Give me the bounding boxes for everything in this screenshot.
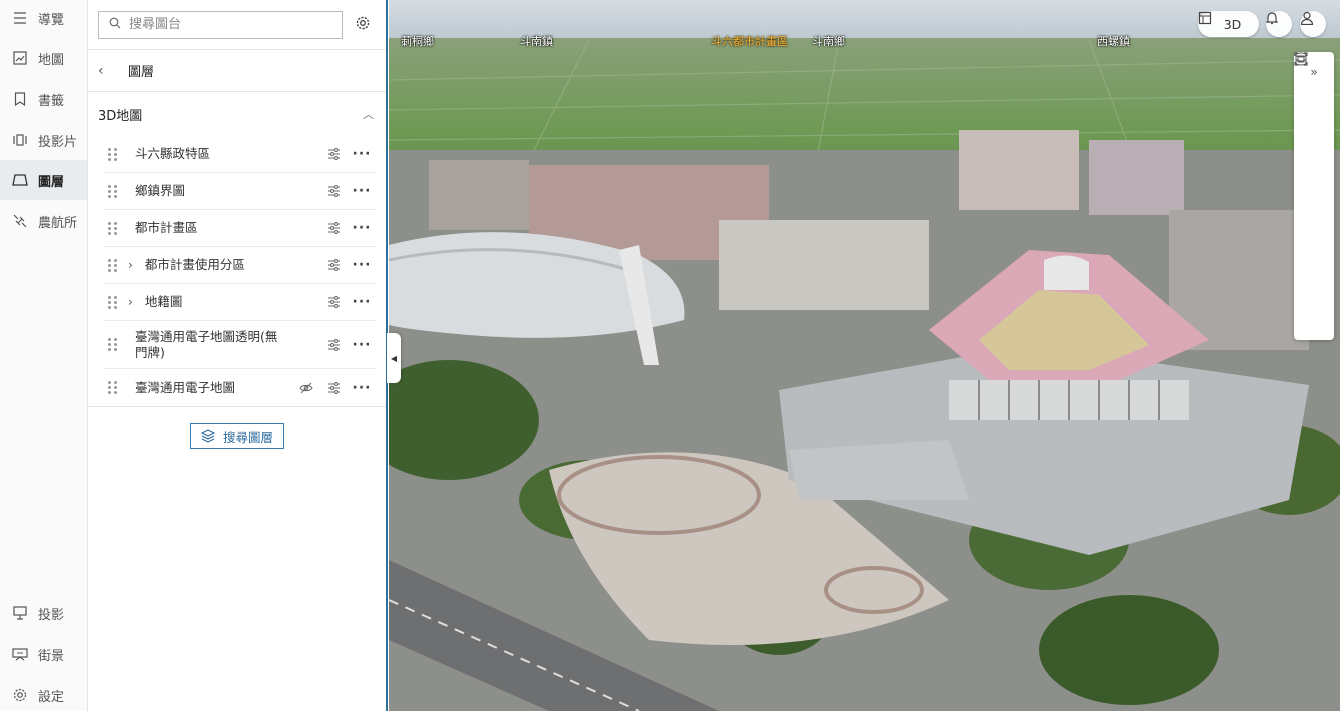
- view-mode-label: 3D: [1223, 16, 1242, 32]
- map-view[interactable]: 莿桐鄉 斗南鎮 斗六都市計畫區 斗南鄉 西螺鎮 3D »: [389, 0, 1340, 711]
- layers-stack-icon: [200, 429, 215, 443]
- layer-item[interactable]: 臺灣通用電子地圖透明(無門牌) ···: [104, 321, 376, 369]
- place-label[interactable]: 莿桐鄉: [401, 33, 434, 49]
- layer-settings-icon[interactable]: [326, 183, 342, 199]
- gear-icon: [12, 687, 28, 703]
- gear-icon: [355, 15, 371, 35]
- breadcrumb: ‹ 圖層: [88, 50, 386, 92]
- slides-icon: [12, 132, 28, 148]
- search-layers-button[interactable]: 搜尋圖層: [189, 423, 284, 449]
- search-input[interactable]: [129, 17, 319, 32]
- layer-group-header[interactable]: 3D地圖 ︿: [88, 92, 386, 136]
- layer-label: 臺灣通用電子地圖透明(無門牌): [135, 328, 278, 360]
- nav-item-map[interactable]: 地圖: [0, 38, 87, 78]
- screen-capture-icon[interactable]: [1294, 52, 1334, 172]
- more-options-icon[interactable]: ···: [353, 294, 371, 310]
- map-toolbar: »: [1294, 52, 1334, 340]
- search-layers-label: 搜尋圖層: [222, 429, 273, 445]
- more-options-icon[interactable]: ···: [353, 146, 371, 162]
- place-label[interactable]: 斗南鎮: [520, 33, 553, 49]
- nav-label: 投影: [38, 607, 65, 623]
- nav-label: 投影片: [38, 134, 78, 150]
- map-scene: [389, 0, 1340, 711]
- place-label[interactable]: 斗南鄉: [812, 33, 845, 49]
- layer-settings-icon[interactable]: [326, 257, 342, 273]
- projector-icon: [12, 605, 28, 621]
- layer-item[interactable]: 臺灣通用電子地圖 ···: [104, 369, 376, 406]
- street-view-icon: [12, 646, 28, 662]
- more-options-icon[interactable]: ···: [353, 380, 371, 396]
- layer-settings-icon[interactable]: [326, 220, 342, 236]
- drag-handle-icon[interactable]: [108, 220, 118, 236]
- map-icon: [12, 50, 28, 66]
- layer-settings-icon[interactable]: [326, 294, 342, 310]
- layer-label: 臺灣通用電子地圖: [135, 379, 236, 395]
- layer-settings-icon[interactable]: [326, 337, 342, 353]
- more-options-icon[interactable]: ···: [353, 257, 371, 273]
- visibility-off-icon[interactable]: [298, 380, 314, 396]
- nav-item-slides[interactable]: 投影片: [0, 120, 87, 160]
- satellite-icon: [12, 213, 28, 229]
- layer-list: 斗六縣政特區 ··· 鄉鎮界圖 ··· 都市計畫區 ··· › 都市計畫使用分區…: [88, 136, 386, 406]
- nav-item-street-view[interactable]: 街景: [0, 634, 87, 674]
- layer-group-title: 3D地圖: [98, 108, 143, 124]
- nav-item-layers[interactable]: 圖層: [0, 160, 87, 200]
- search-icon: [109, 17, 121, 33]
- layer-item[interactable]: 斗六縣政特區 ···: [104, 136, 376, 173]
- search-box[interactable]: [98, 10, 343, 39]
- layer-item[interactable]: › 都市計畫使用分區 ···: [104, 247, 376, 284]
- chevron-up-icon[interactable]: ︿: [363, 106, 374, 122]
- drag-handle-icon[interactable]: [108, 183, 118, 199]
- nav-label: 圖層: [38, 174, 65, 190]
- nav-label: 設定: [38, 689, 65, 705]
- nav-item-aerial[interactable]: 農航所: [0, 201, 87, 241]
- layer-item[interactable]: 都市計畫區 ···: [104, 210, 376, 247]
- search-row: [88, 0, 386, 50]
- layer-label: 鄉鎮界圖: [135, 183, 186, 198]
- nav-item-bookmarks[interactable]: 書籤: [0, 79, 87, 119]
- more-options-icon[interactable]: ···: [353, 220, 371, 236]
- back-icon[interactable]: ‹: [98, 63, 112, 79]
- more-options-icon[interactable]: ···: [353, 183, 371, 199]
- bookmark-icon: [12, 91, 28, 107]
- drag-handle-icon[interactable]: [108, 146, 118, 162]
- drag-handle-icon[interactable]: [108, 380, 118, 396]
- view-mode-toggle[interactable]: 3D: [1198, 11, 1259, 37]
- notifications-button[interactable]: [1266, 11, 1292, 37]
- more-options-icon[interactable]: ···: [353, 337, 371, 353]
- layer-settings-icon[interactable]: [326, 146, 342, 162]
- nav-label: 農航所: [38, 215, 78, 231]
- nav-item-guide[interactable]: 導覽: [0, 0, 87, 38]
- breadcrumb-title: 圖層: [128, 65, 155, 80]
- layer-label: 都市計畫使用分區: [144, 257, 245, 272]
- chevron-right-icon[interactable]: ›: [128, 295, 133, 309]
- nav-item-projection[interactable]: 投影: [0, 593, 87, 633]
- search-layers-area: 搜尋圖層: [88, 406, 386, 449]
- layer-panel: ‹ 圖層 3D地圖 ︿ 斗六縣政特區 ··· 鄉鎮界圖 ··· 都市計畫區: [88, 0, 388, 711]
- layer-settings-icon[interactable]: [326, 380, 342, 396]
- nav-item-settings[interactable]: 設定: [0, 675, 87, 711]
- nav-label: 地圖: [38, 52, 65, 68]
- database-icon[interactable]: [1294, 52, 1334, 132]
- nav-label: 書籤: [38, 93, 65, 109]
- drag-handle-icon[interactable]: [108, 257, 118, 273]
- chevron-right-icon[interactable]: ›: [128, 258, 133, 272]
- layer-item[interactable]: 鄉鎮界圖 ···: [104, 173, 376, 210]
- layers-icon: [12, 172, 28, 188]
- left-nav: 導覽 地圖 書籤 投影片 圖層 農航所 投影 街景 設定: [0, 0, 88, 711]
- layer-label: 斗六縣政特區: [135, 146, 211, 161]
- drag-handle-icon[interactable]: [108, 337, 118, 353]
- place-label[interactable]: 斗六都市計畫區: [711, 33, 788, 49]
- user-button[interactable]: [1300, 11, 1326, 37]
- nav-label: 導覽: [38, 12, 65, 28]
- layer-item[interactable]: › 地籍圖 ···: [104, 284, 376, 321]
- layer-label: 地籍圖: [144, 294, 183, 309]
- search-settings-button[interactable]: [351, 13, 375, 37]
- menu-icon: [12, 10, 28, 26]
- collapse-panel-button[interactable]: ◀: [387, 333, 401, 383]
- place-label[interactable]: 西螺鎮: [1097, 33, 1130, 49]
- layer-label: 都市計畫區: [135, 220, 198, 235]
- nav-label: 街景: [38, 648, 65, 664]
- drag-handle-icon[interactable]: [108, 294, 118, 310]
